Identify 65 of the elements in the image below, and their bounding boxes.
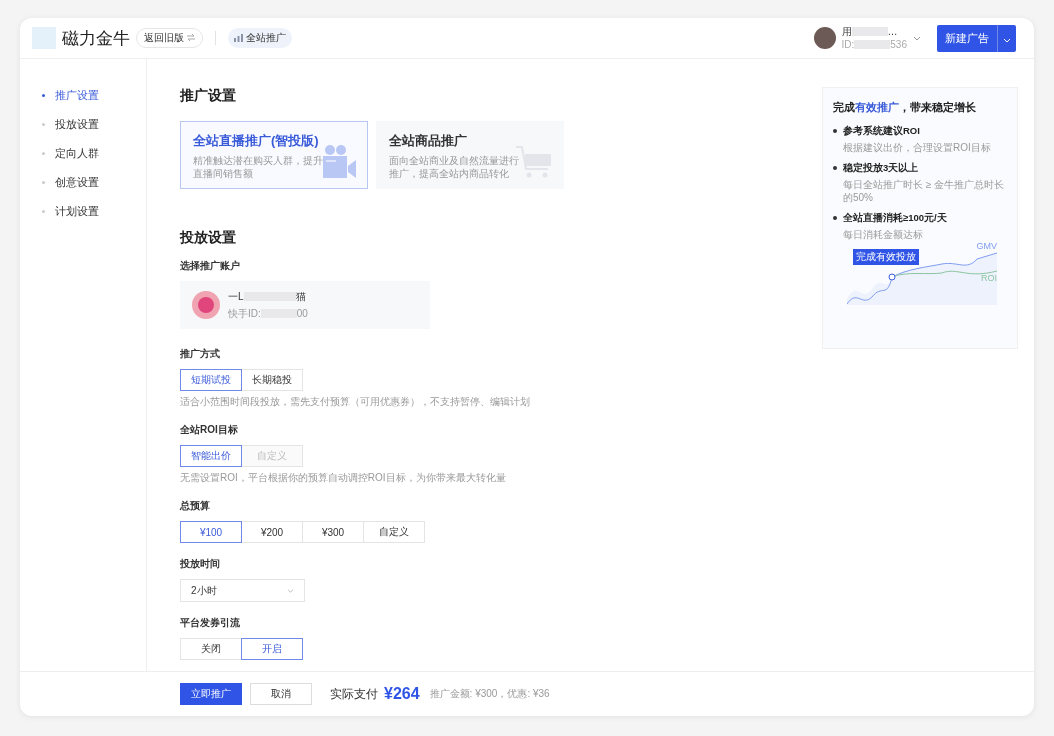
- option-button[interactable]: ¥100: [180, 521, 242, 543]
- section-title: 投放设置: [180, 229, 237, 247]
- field-label: 投放时间: [180, 557, 221, 571]
- sidebar-item[interactable]: 推广设置: [20, 87, 146, 104]
- account-name-end: 猫: [295, 289, 306, 304]
- submit-button[interactable]: 立即推广: [180, 683, 242, 705]
- field-label: 选择推广账户: [180, 259, 241, 273]
- field-label: 推广方式: [180, 347, 221, 361]
- sidebar-item[interactable]: 投放设置: [20, 116, 146, 133]
- sidebar-item[interactable]: 创意设置: [20, 174, 146, 191]
- duration-select[interactable]: 2小时: [180, 579, 305, 602]
- account-name: 一L: [228, 289, 244, 304]
- logo-placeholder: [32, 27, 56, 49]
- tip-description: 每日消耗金额达标: [843, 228, 924, 241]
- cancel-button[interactable]: 取消: [250, 683, 312, 705]
- user-name: 用: [841, 25, 852, 38]
- avatar[interactable]: [813, 27, 836, 49]
- option-button[interactable]: 关闭: [180, 638, 242, 660]
- payment-detail: 推广金额: ¥300，优惠: ¥36: [429, 687, 550, 701]
- new-ad-button[interactable]: 新建广告: [937, 24, 997, 52]
- bar-chart-icon: [233, 34, 243, 42]
- tip-title: 参考系统建议ROI: [843, 125, 921, 138]
- hint-text: 适合小范围时间段投放，需先支付预算（可用优惠券），不支持暂停、编辑计划: [180, 395, 531, 409]
- breadcrumb-tab[interactable]: 全站推广: [227, 28, 292, 48]
- field-label: 总预算: [180, 499, 211, 513]
- option-button[interactable]: 自定义: [363, 521, 425, 543]
- tips-title: 完成有效推广，带来稳定增长: [833, 100, 977, 115]
- chevron-down-icon[interactable]: [913, 35, 921, 41]
- line-label: GMV: [976, 241, 997, 251]
- chevron-down-icon: [1003, 37, 1011, 43]
- video-camera-icon: [321, 144, 357, 180]
- option-button[interactable]: 开启: [241, 638, 303, 660]
- brand-name: 磁力金牛: [62, 27, 130, 50]
- tip-description: 根据建议出价，合理设置ROI目标: [843, 141, 992, 154]
- account-id: 00: [296, 308, 308, 319]
- tip-title: 全站直播消耗≥100元/天: [843, 212, 948, 225]
- field-label: 平台发券引流: [180, 616, 241, 630]
- field-label: 全站ROI目标: [180, 423, 239, 437]
- tip-description: 每日全站推广时长 ≥ 金牛推广总时长的50%: [843, 178, 1006, 204]
- sidebar-item[interactable]: 计划设置: [20, 203, 146, 220]
- payment-amount: ¥264: [384, 685, 420, 703]
- section-title: 推广设置: [180, 87, 237, 105]
- hint-text: 无需设置ROI，平台根据你的预算自动调控ROI目标，为你带来最大转化量: [180, 471, 507, 485]
- sidebar-item[interactable]: 定向人群: [20, 145, 146, 162]
- promotion-type-card[interactable]: 全站商品推广 面向全站商业及自然流量进行推广，提高全站内商品转化: [376, 121, 564, 189]
- option-button[interactable]: ¥300: [302, 521, 364, 543]
- user-id-label: ID:: [841, 38, 855, 51]
- promotion-type-card[interactable]: 全站直播推广(智投版) 精准触达潜在购买人群，提升直播间销售额: [180, 121, 368, 189]
- payment-label: 实际支付: [330, 685, 378, 703]
- option-button[interactable]: 智能出价: [180, 445, 242, 467]
- account-card[interactable]: 一L 猫 快手ID: 00: [180, 281, 430, 329]
- account-id-label: 快手ID:: [228, 306, 261, 321]
- dropdown-button[interactable]: [997, 24, 1016, 52]
- user-name-ellipsis: …: [887, 25, 898, 38]
- swap-icon: [186, 34, 195, 41]
- milestone-tag: 完成有效投放: [853, 249, 919, 265]
- option-button[interactable]: 短期试投: [180, 369, 242, 391]
- option-button[interactable]: 长期稳投: [241, 369, 303, 391]
- user-id: 536: [890, 38, 907, 51]
- option-button[interactable]: ¥200: [241, 521, 303, 543]
- chevron-down-icon: [287, 588, 294, 593]
- avatar: [192, 291, 220, 319]
- line-label: ROI: [981, 273, 997, 283]
- tip-title: 稳定投放3天以上: [843, 162, 920, 175]
- old-version-button[interactable]: 返回旧版: [136, 28, 203, 48]
